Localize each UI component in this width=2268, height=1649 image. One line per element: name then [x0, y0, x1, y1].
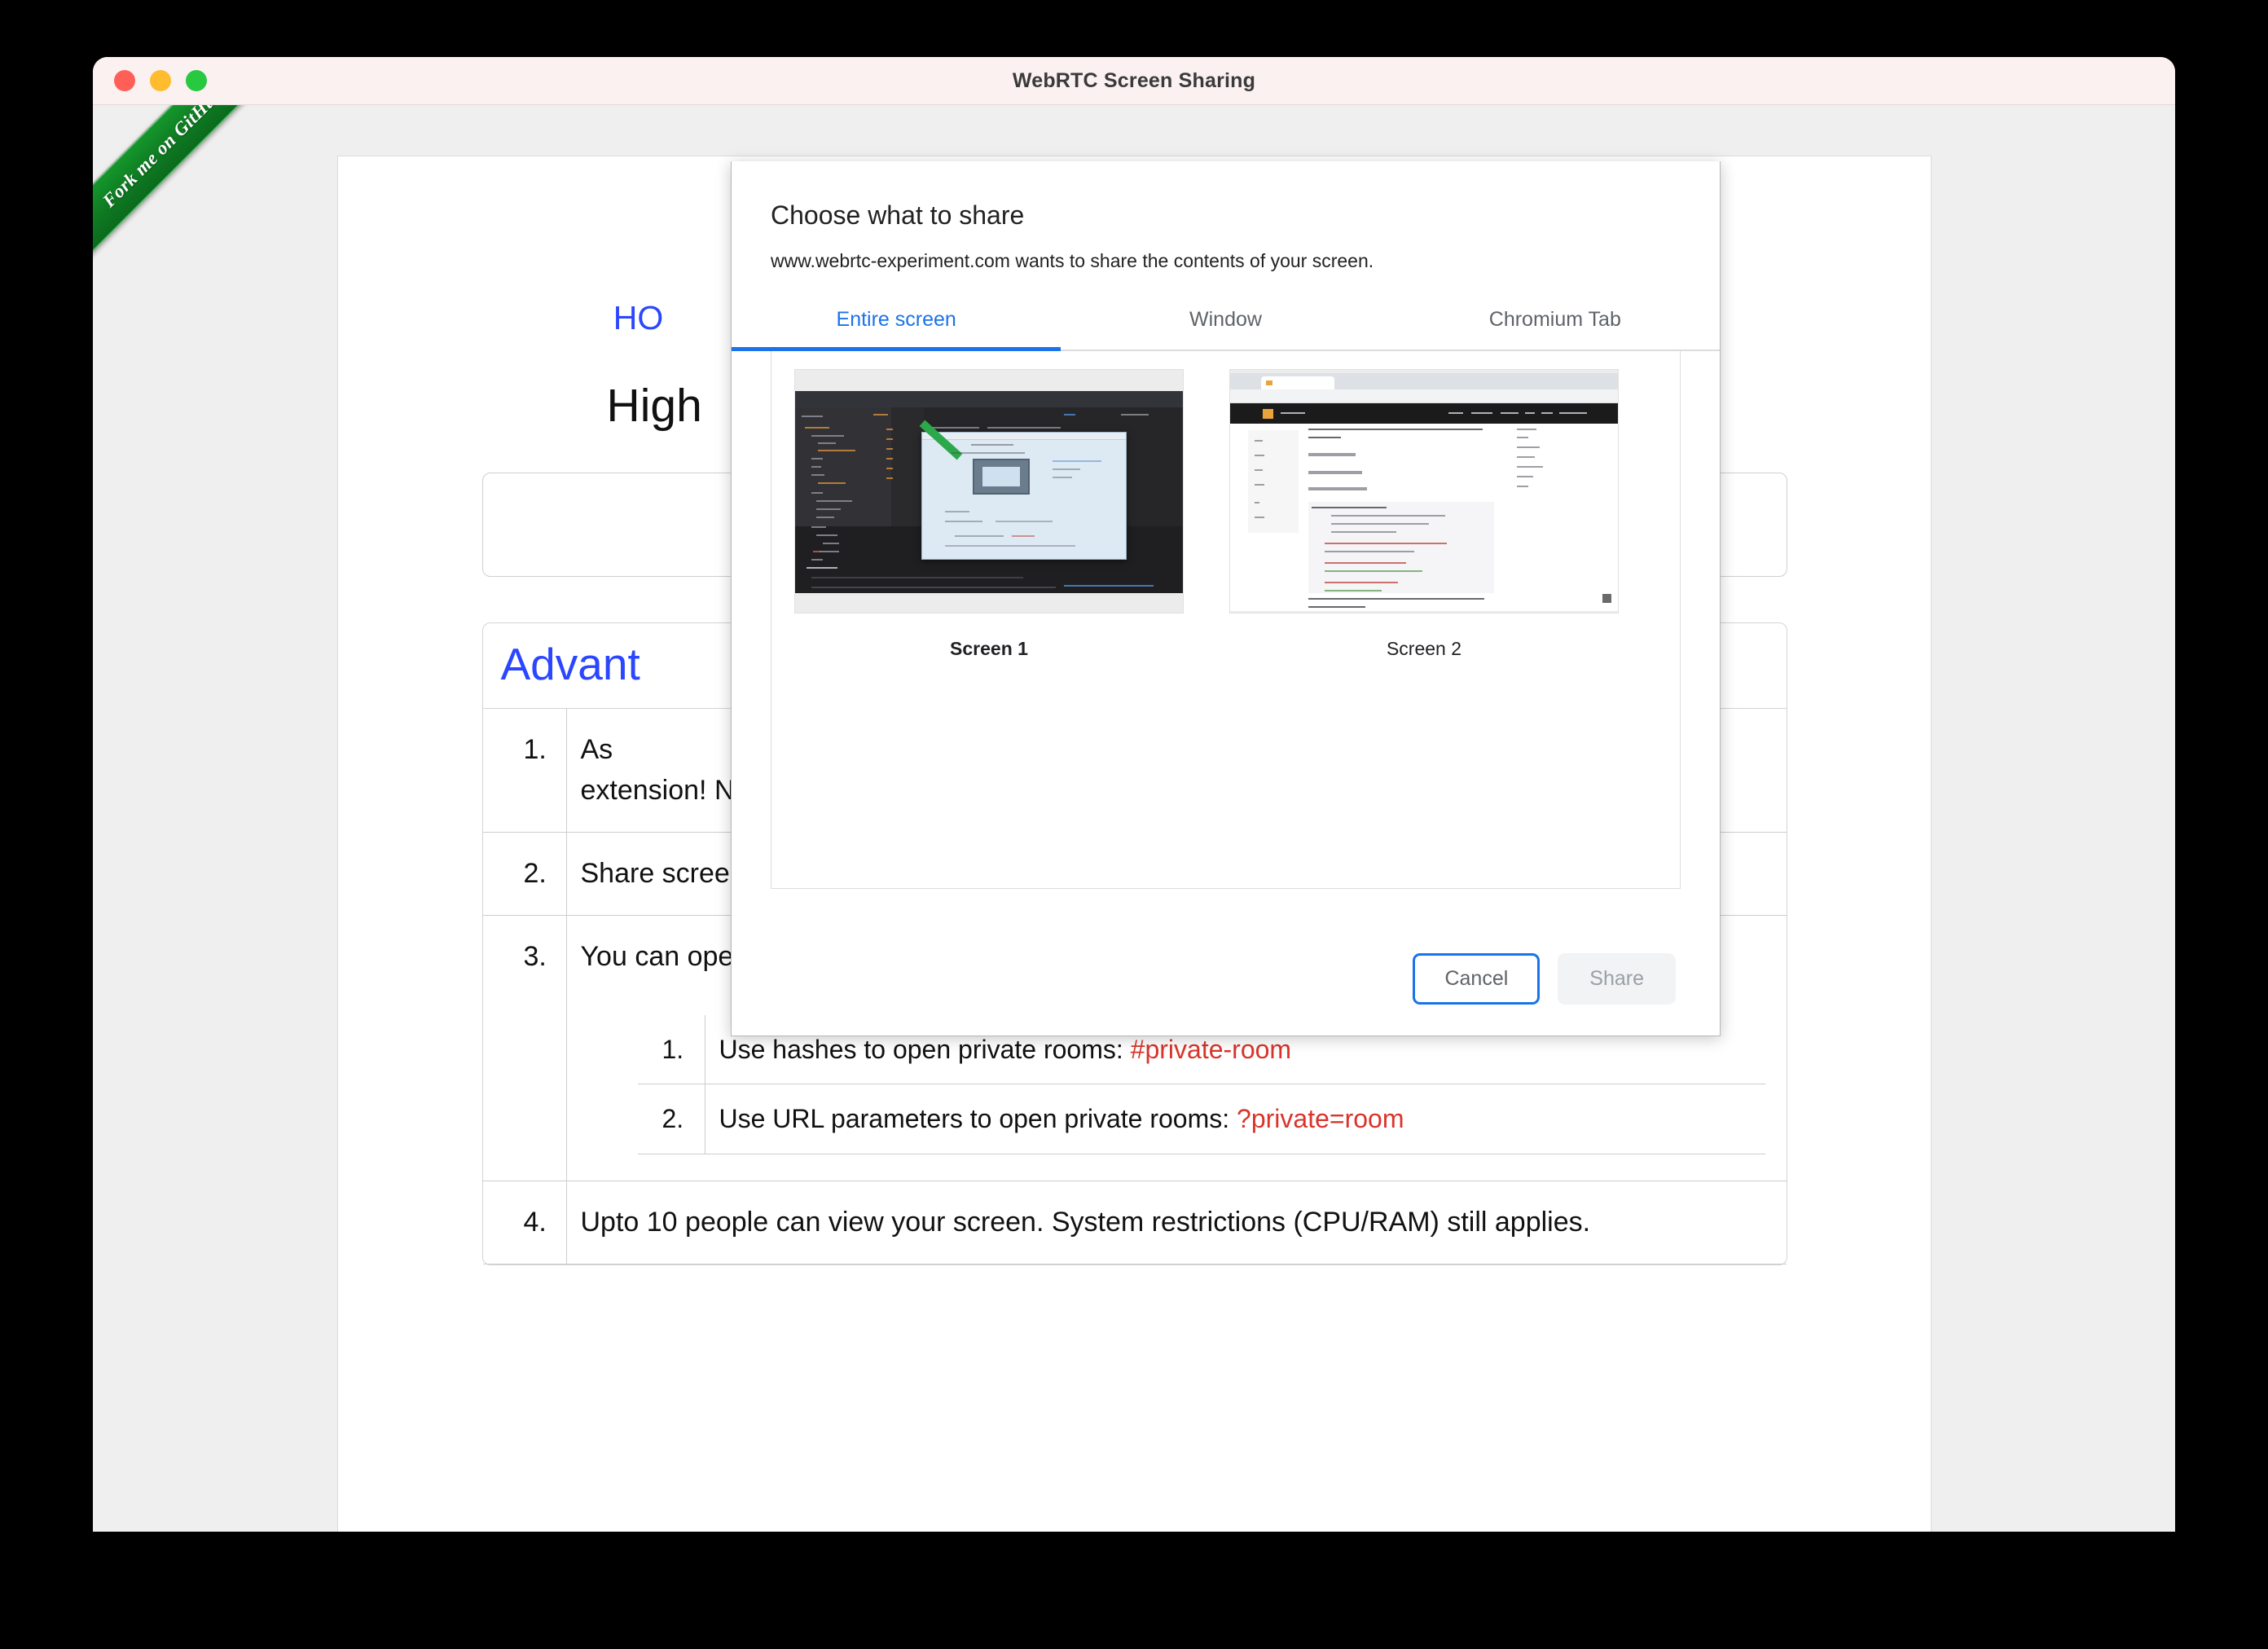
sub-item-2-code: ?private=room [1237, 1104, 1404, 1134]
tab-window[interactable]: Window [1061, 308, 1390, 350]
window-controls [114, 70, 207, 91]
list-item: Use URL parameters to open private rooms… [637, 1084, 1765, 1155]
active-tab-underline [732, 347, 1061, 351]
tab-chromium-tab[interactable]: Chromium Tab [1391, 308, 1720, 350]
tab-entire-screen[interactable]: Entire screen [732, 308, 1061, 350]
list-item-4-text: Upto 10 people can view your screen. Sys… [580, 1207, 1591, 1238]
screen-2-thumbnail[interactable] [1229, 369, 1619, 613]
window-title: WebRTC Screen Sharing [1012, 68, 1256, 92]
maximize-button[interactable] [186, 70, 207, 91]
sub-item-1-label: Use hashes to open private rooms: [719, 1034, 1123, 1064]
screen-2-label: Screen 2 [1386, 638, 1462, 659]
how-to-link-left[interactable]: HO [613, 299, 664, 336]
app-window: WebRTC Screen Sharing Fork me on GitHub … [93, 57, 2175, 1532]
source-item-screen-2[interactable]: Screen 2 [1229, 369, 1619, 660]
screen-share-dialog: Choose what to share www.webrtc-experime… [731, 161, 1721, 1036]
dialog-subtitle: www.webrtc-experiment.com wants to share… [771, 250, 1374, 271]
screen-1-label: Screen 1 [950, 638, 1028, 659]
dialog-footer: Cancel Share [732, 921, 1720, 1036]
screen-1-thumbnail[interactable] [794, 369, 1184, 613]
dialog-title: Choose what to share [771, 200, 1025, 230]
list-item-1-before: As [580, 734, 613, 766]
screen-2-preview-graphic [1230, 373, 1618, 611]
page-title-left: High [606, 380, 702, 432]
dialog-tabs: Entire screen Window Chromium Tab [732, 308, 1720, 351]
sub-item-2-label: Use URL parameters to open private rooms… [719, 1104, 1230, 1134]
source-item-screen-1[interactable]: Screen 1 [794, 369, 1184, 660]
ribbon-label: Fork me on GitHub [99, 105, 227, 212]
list-item: Upto 10 people can view your screen. Sys… [482, 1181, 1787, 1265]
screen-1-preview-graphic [795, 391, 1183, 593]
close-button[interactable] [114, 70, 135, 91]
minimize-button[interactable] [150, 70, 171, 91]
source-list: Screen 1 Screen 2 [771, 351, 1681, 889]
sub-item-1-code: #private-room [1130, 1034, 1292, 1064]
share-button[interactable]: Share [1558, 952, 1676, 1005]
cancel-button[interactable]: Cancel [1413, 952, 1541, 1005]
fork-me-on-github-ribbon[interactable]: Fork me on GitHub [93, 105, 296, 289]
window-titlebar: WebRTC Screen Sharing [93, 57, 2175, 105]
